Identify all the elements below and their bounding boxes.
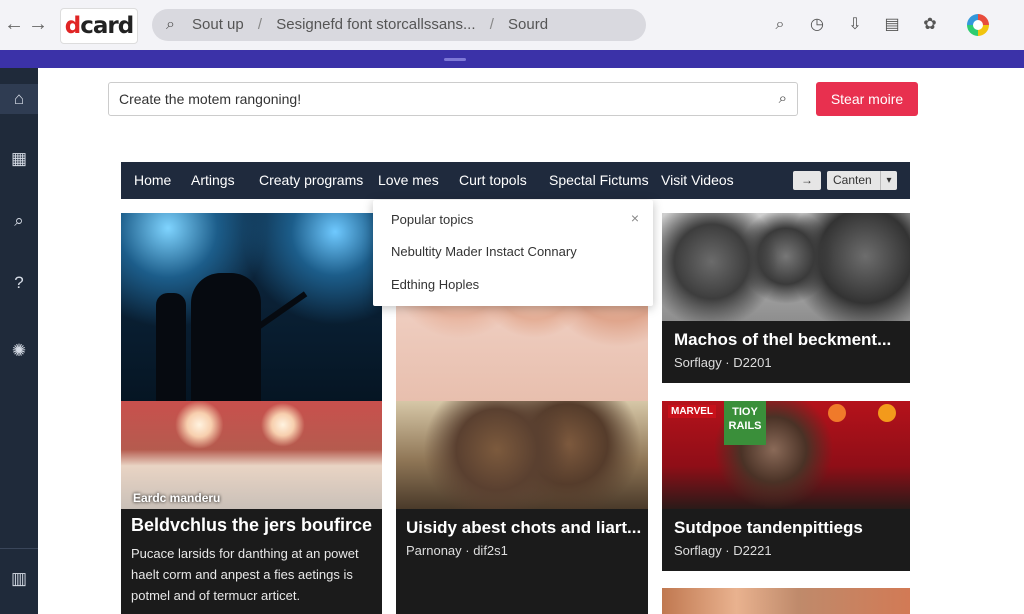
category-nav: Home Artings Creaty programs Love mes Cu…	[121, 162, 910, 199]
home-icon[interactable]: ⌂	[0, 84, 38, 114]
content-select[interactable]: Canten ▾	[827, 171, 897, 190]
browser-toolbar: ← → dcard ⌕ Sout up / Sesignefd font sto…	[0, 0, 1024, 50]
card-meta: Sorflagy · D2201	[674, 355, 772, 370]
card-meta: Parnonay · dif2s1	[406, 543, 508, 558]
address-separator: /	[489, 16, 494, 33]
back-arrow-icon[interactable]: ←	[4, 12, 24, 36]
video-card-mid-bottom[interactable]: Uisidy abest chots and liart... Parnonay…	[396, 401, 648, 614]
nav-item-love-mes[interactable]: Love mes	[378, 162, 439, 199]
search-input[interactable]	[109, 83, 749, 115]
card-thumbnail	[396, 401, 648, 509]
card-title: Uisidy abest chots and liart...	[406, 518, 642, 537]
grid-icon[interactable]: ▥	[0, 564, 38, 594]
nav-item-home[interactable]: Home	[134, 162, 171, 199]
topics-dropdown: Popular topics Nebultity Mader Instact C…	[373, 200, 653, 306]
card-meta: Sorflagy · D2221	[674, 543, 772, 558]
card-title: Sutdpoe tandenpittiegs	[674, 518, 863, 537]
nav-item-visit-videos[interactable]: Visit Videos	[661, 162, 734, 199]
sign-banner: TIOY RAILS	[724, 401, 766, 445]
brand-badge: MARVEL	[668, 405, 717, 418]
search-bar: ⌕	[108, 82, 798, 116]
rail-divider	[0, 548, 38, 549]
extension-icon[interactable]: ✿	[919, 14, 941, 36]
card-body-line: Pucace larsids for danthing at an powet	[131, 546, 359, 561]
search-icon[interactable]: ⌕	[769, 14, 791, 36]
card-thumbnail	[662, 213, 910, 321]
close-icon[interactable]: ×	[631, 210, 639, 226]
card-overlay-label: Eardc manderu	[133, 491, 221, 505]
nav-item-curt-topols[interactable]: Curt topols	[459, 162, 527, 199]
address-separator: /	[257, 16, 263, 33]
video-card-right-mid[interactable]: MARVEL TIOY RAILS Sutdpoe tandenpittiegs…	[662, 401, 910, 571]
card-icon[interactable]: ▤	[881, 14, 903, 36]
address-bar[interactable]: ⌕ Sout up / Sesignefd font storcallssans…	[152, 9, 646, 41]
dropdown-item-popular-topics[interactable]: Popular topics	[391, 212, 473, 227]
silhouette-figure	[191, 273, 261, 401]
video-card-right-bottom[interactable]	[662, 588, 910, 614]
search-icon: ⌕	[166, 16, 175, 33]
arrow-right-icon[interactable]: →	[793, 171, 821, 190]
silhouette-figure	[156, 293, 186, 401]
site-logo[interactable]: dcard	[60, 8, 138, 44]
calendar-icon[interactable]: ▦	[0, 144, 38, 174]
primary-cta-button[interactable]: Stear moire	[816, 82, 918, 116]
record-badge-icon	[828, 404, 846, 422]
dropdown-item-nebultity[interactable]: Nebultity Mader Instact Connary	[391, 244, 577, 259]
nav-item-artings[interactable]: Artings	[191, 162, 235, 199]
search-icon[interactable]: ⌕	[0, 206, 38, 236]
card-title: Beldvchlus the jers boufirce	[131, 515, 373, 535]
nav-item-spectal-fictums[interactable]: Spectal Fictums	[549, 162, 649, 199]
left-rail: ⌂ ▦ ⌕ ? ✺ ▥	[0, 68, 38, 614]
settings-icon[interactable]: ✺	[0, 336, 38, 366]
card-body-line: haelt corm and anpest a fies aetings is	[131, 567, 353, 582]
record-badge-icon	[878, 404, 896, 422]
video-card-left-top[interactable]	[121, 213, 382, 401]
video-card-left-bottom[interactable]: Eardc manderu Beldvchlus the jers boufir…	[121, 401, 382, 614]
nav-item-creaty-programs[interactable]: Creaty programs	[259, 162, 363, 199]
profile-icon[interactable]	[967, 14, 989, 36]
accent-bar	[0, 50, 1024, 68]
info-icon[interactable]: ◷	[806, 14, 828, 36]
search-icon[interactable]: ⌕	[779, 90, 787, 107]
address-segment-2: Sesignefd font storcallssans...	[276, 16, 476, 33]
card-body-line: potmel and of termucr articet.	[131, 588, 301, 603]
download-icon[interactable]: ⇩	[844, 14, 866, 36]
address-segment-3: Sourd	[508, 16, 549, 33]
help-icon[interactable]: ?	[0, 268, 38, 298]
video-card-right-top[interactable]: Machos of thel beckment... Sorflagy · D2…	[662, 213, 910, 383]
card-thumbnail	[662, 588, 910, 614]
forward-arrow-icon[interactable]: →	[28, 12, 48, 36]
dropdown-item-edthing-hoples[interactable]: Edthing Hoples	[391, 277, 479, 292]
chevron-down-icon: ▾	[880, 171, 897, 190]
address-segment-1: Sout up	[192, 16, 244, 33]
drag-handle[interactable]	[444, 58, 466, 61]
card-title: Machos of thel beckment...	[674, 330, 892, 349]
